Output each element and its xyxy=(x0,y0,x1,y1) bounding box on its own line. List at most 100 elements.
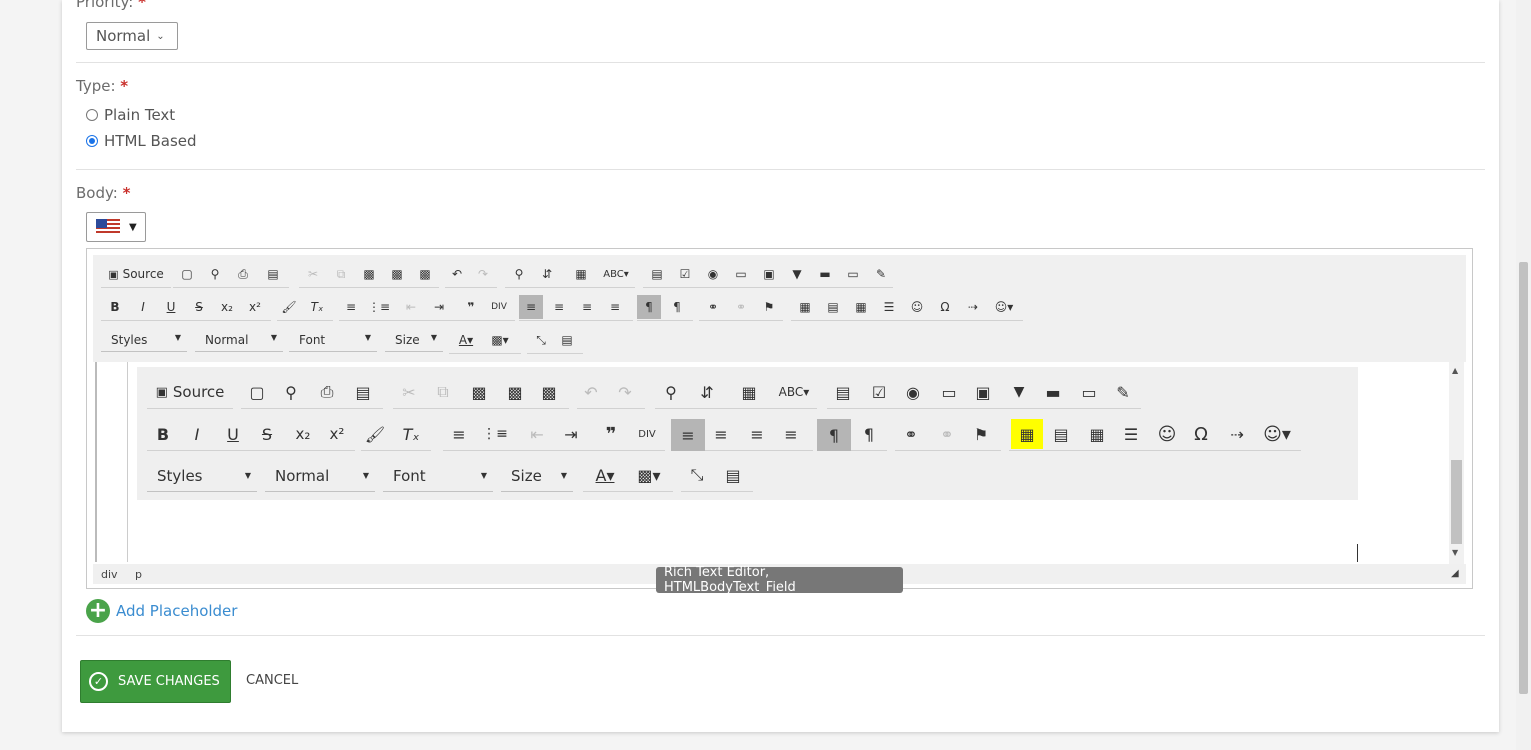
new-page-icon[interactable]: ▢ xyxy=(175,262,199,286)
superscript-icon[interactable]: x² xyxy=(325,419,349,449)
text-field-icon[interactable]: ▭ xyxy=(729,262,753,286)
superscript-icon[interactable]: x² xyxy=(243,295,267,319)
print-icon[interactable]: ⎙ xyxy=(231,262,255,286)
text-color-icon[interactable]: A▾ xyxy=(587,460,623,490)
text-color-icon[interactable]: A▾ xyxy=(451,328,481,352)
flash-icon[interactable]: ▤ xyxy=(821,295,845,319)
underline-icon[interactable]: U xyxy=(159,295,183,319)
paste-text-icon[interactable]: ▩ xyxy=(503,377,527,407)
find-icon[interactable]: ⚲ xyxy=(507,262,531,286)
replace-icon[interactable]: ⇵ xyxy=(695,377,719,407)
bold-icon[interactable]: B xyxy=(103,295,127,319)
path-item-p[interactable]: p xyxy=(135,568,142,581)
subscript-icon[interactable]: x₂ xyxy=(291,419,315,449)
templates-icon[interactable]: ▤ xyxy=(261,262,285,286)
scroll-up-icon[interactable]: ▲ xyxy=(1452,366,1458,375)
preview-icon[interactable]: ⚲ xyxy=(279,377,303,407)
special-char-icon[interactable]: Ω xyxy=(933,295,957,319)
image-button-icon[interactable]: ▭ xyxy=(1077,377,1101,407)
underline-icon[interactable]: U xyxy=(221,419,245,449)
anchor-flag-icon[interactable]: ⚑ xyxy=(757,295,781,319)
scrollbar-thumb[interactable] xyxy=(1451,460,1462,544)
subscript-icon[interactable]: x₂ xyxy=(215,295,239,319)
templates-icon[interactable]: ▤ xyxy=(351,377,375,407)
page-break-icon[interactable]: ⇢ xyxy=(961,295,985,319)
copy-icon[interactable]: ⧉ xyxy=(329,262,353,286)
flash-icon[interactable]: ▤ xyxy=(1049,419,1073,449)
spellcheck-icon[interactable]: ABC▾ xyxy=(601,262,631,286)
checkbox-icon[interactable]: ☑ xyxy=(673,262,697,286)
bold-icon[interactable]: B xyxy=(151,419,175,449)
hidden-field-icon[interactable]: ✎ xyxy=(869,262,893,286)
cut-icon[interactable]: ✂ xyxy=(397,377,421,407)
unlink-icon[interactable]: ⚭ xyxy=(935,419,959,449)
smiley-icon[interactable]: ☺ xyxy=(1155,419,1179,449)
maximize-icon[interactable]: ⤡ xyxy=(685,460,709,490)
scroll-down-icon[interactable]: ▼ xyxy=(1452,548,1458,557)
find-icon[interactable]: ⚲ xyxy=(659,377,683,407)
add-placeholder-link[interactable]: + Add Placeholder xyxy=(86,599,237,623)
select-field-icon[interactable]: ▼ xyxy=(785,262,809,286)
editor-scrollbar[interactable]: ▲ ▼ xyxy=(1449,362,1464,564)
text-field-icon[interactable]: ▭ xyxy=(937,377,961,407)
rich-text-editor[interactable]: ▣ Source ▢ ⚲ ⎙ ▤ ✂ ⧉ ▩ ▩ ▩ ↶ ↷ ⚲ ⇵ ▦ ABC… xyxy=(86,248,1473,589)
format-combo[interactable]: Normal ▼ xyxy=(195,328,283,352)
link-icon[interactable]: ⚭ xyxy=(701,295,725,319)
maximize-icon[interactable]: ⤡ xyxy=(529,328,553,352)
blockquote-icon[interactable]: ❞ xyxy=(459,295,483,319)
priority-select[interactable]: Normal ⌄ xyxy=(86,22,178,50)
justify-icon[interactable]: ≡ xyxy=(603,295,627,319)
radio-icon[interactable]: ◉ xyxy=(701,262,725,286)
print-icon[interactable]: ⎙ xyxy=(315,377,339,407)
emoji-icon[interactable]: ☺▾ xyxy=(1259,419,1295,449)
hidden-field-icon[interactable]: ✎ xyxy=(1111,377,1135,407)
justify-icon[interactable]: ≡ xyxy=(779,419,803,449)
bg-color-icon[interactable]: ▩▾ xyxy=(631,460,667,490)
cut-icon[interactable]: ✂ xyxy=(301,262,325,286)
select-all-icon[interactable]: ▦ xyxy=(569,262,593,286)
paste-word-icon[interactable]: ▩ xyxy=(537,377,561,407)
source-button[interactable]: ▣ Source xyxy=(101,262,171,286)
save-changes-button[interactable]: ✓ SAVE CHANGES xyxy=(80,660,231,703)
remove-format-icon[interactable]: Tₓ xyxy=(399,419,423,449)
button-field-icon[interactable]: ▬ xyxy=(813,262,837,286)
form-icon[interactable]: ▤ xyxy=(645,262,669,286)
image-icon[interactable]: ▦ xyxy=(1011,419,1043,449)
special-char-icon[interactable]: Ω xyxy=(1189,419,1213,449)
select-field-icon[interactable]: ▼ xyxy=(1007,377,1031,407)
align-left-icon[interactable]: ≡ xyxy=(519,295,543,319)
unlink-icon[interactable]: ⚭ xyxy=(729,295,753,319)
nested-styles-combo[interactable]: Styles ▼ xyxy=(147,460,257,492)
div-container-icon[interactable]: DIV xyxy=(635,419,659,449)
horizontal-line-icon[interactable]: ☰ xyxy=(1119,419,1143,449)
copy-format-icon[interactable]: 🖌 xyxy=(363,419,387,449)
outdent-icon[interactable]: ⇤ xyxy=(525,419,549,449)
undo-icon[interactable]: ↶ xyxy=(579,377,603,407)
paste-text-icon[interactable]: ▩ xyxy=(385,262,409,286)
paste-word-icon[interactable]: ▩ xyxy=(413,262,437,286)
numbered-list-icon[interactable]: ≡ xyxy=(447,419,471,449)
preview-icon[interactable]: ⚲ xyxy=(203,262,227,286)
nested-size-combo[interactable]: Size ▼ xyxy=(501,460,573,492)
remove-format-icon[interactable]: Tₓ xyxy=(305,295,329,319)
emoji-icon[interactable]: ☺▾ xyxy=(989,295,1019,319)
radio-icon[interactable]: ◉ xyxy=(901,377,925,407)
div-container-icon[interactable]: DIV xyxy=(487,295,511,319)
bulleted-list-icon[interactable]: ⋮≡ xyxy=(367,295,391,319)
numbered-list-icon[interactable]: ≡ xyxy=(339,295,363,319)
replace-icon[interactable]: ⇵ xyxy=(535,262,559,286)
bulleted-list-icon[interactable]: ⋮≡ xyxy=(482,419,508,449)
form-icon[interactable]: ▤ xyxy=(831,377,855,407)
spellcheck-icon[interactable]: ABC▾ xyxy=(775,377,813,407)
nested-format-combo[interactable]: Normal ▼ xyxy=(265,460,375,492)
page-scrollbar[interactable] xyxy=(1516,0,1531,750)
redo-icon[interactable]: ↷ xyxy=(613,377,637,407)
radio-plain-text[interactable] xyxy=(86,109,98,121)
image-icon[interactable]: ▦ xyxy=(793,295,817,319)
page-scrollbar-thumb[interactable] xyxy=(1519,262,1528,694)
rtl-icon[interactable]: ¶ xyxy=(857,419,881,449)
path-item-div[interactable]: div xyxy=(101,568,118,581)
resize-handle-icon[interactable]: ◢ xyxy=(1451,568,1459,579)
align-center-icon[interactable]: ≡ xyxy=(547,295,571,319)
new-page-icon[interactable]: ▢ xyxy=(245,377,269,407)
